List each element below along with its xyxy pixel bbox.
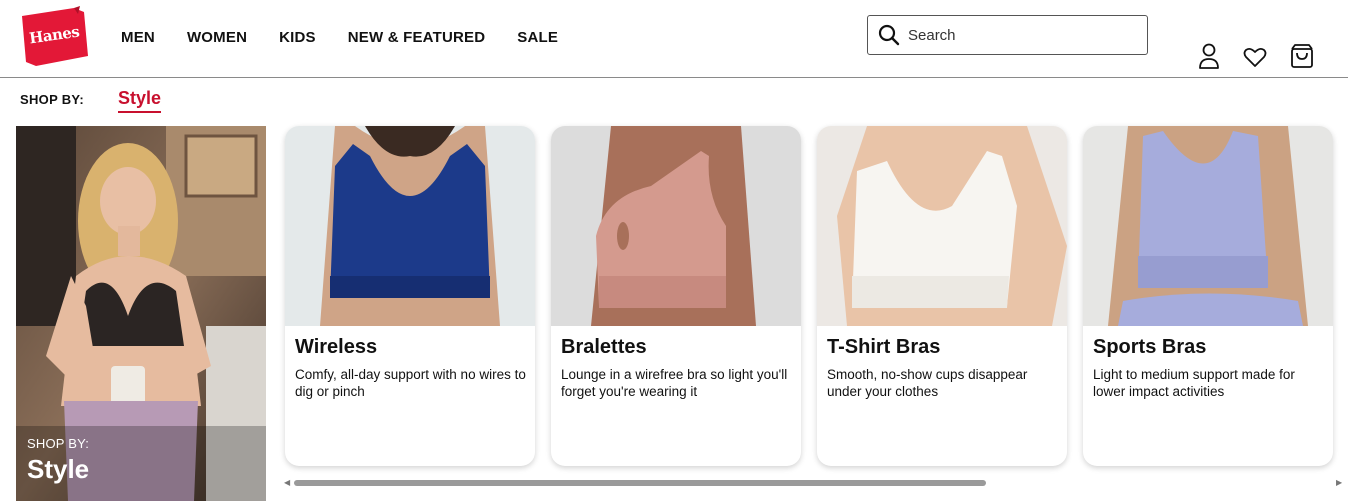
scrollbar-thumb[interactable] bbox=[294, 480, 986, 486]
hero-title: Style bbox=[27, 454, 90, 484]
nav-new-featured[interactable]: NEW & FEATURED bbox=[348, 29, 486, 46]
card-wireless[interactable]: Wireless Comfy, all-day support with no … bbox=[285, 126, 535, 466]
card-sports-bras[interactable]: Sports Bras Light to medium support made… bbox=[1083, 126, 1333, 466]
bag-icon[interactable] bbox=[1289, 42, 1315, 70]
card-bralettes[interactable]: Bralettes Lounge in a wirefree bra so li… bbox=[551, 126, 801, 466]
carousel-scrollbar[interactable]: ◀ ▶ bbox=[284, 478, 1348, 488]
search-icon bbox=[878, 24, 900, 46]
search-box[interactable] bbox=[867, 15, 1148, 55]
site-header: Hanes MEN WOMEN KIDS NEW & FEATURED SALE bbox=[0, 0, 1348, 78]
card-title: T-Shirt Bras bbox=[827, 336, 941, 358]
main-nav: MEN WOMEN KIDS NEW & FEATURED SALE bbox=[121, 29, 590, 46]
nav-sale[interactable]: SALE bbox=[517, 29, 558, 46]
card-image-wireless bbox=[285, 126, 535, 326]
hero-banner[interactable]: SHOP BY: Style bbox=[16, 126, 266, 501]
card-description: Light to medium support made for lower i… bbox=[1093, 367, 1295, 399]
scroll-right-icon[interactable]: ▶ bbox=[1336, 478, 1342, 488]
card-tshirt-bras[interactable]: T-Shirt Bras Smooth, no-show cups disapp… bbox=[817, 126, 1067, 466]
card-title: Wireless bbox=[295, 336, 378, 358]
heart-icon[interactable] bbox=[1242, 44, 1268, 72]
card-description: Lounge in a wirefree bra so light you'll… bbox=[561, 367, 788, 399]
hero-label: SHOP BY: bbox=[27, 436, 90, 451]
nav-women[interactable]: WOMEN bbox=[187, 29, 247, 46]
card-title: Sports Bras bbox=[1093, 336, 1207, 358]
nav-men[interactable]: MEN bbox=[121, 29, 155, 46]
account-icon[interactable] bbox=[1196, 42, 1222, 70]
card-image-bralettes bbox=[551, 126, 801, 326]
card-image-sports-bras bbox=[1083, 126, 1333, 326]
nav-kids[interactable]: KIDS bbox=[279, 29, 316, 46]
search-input[interactable] bbox=[908, 26, 1128, 44]
card-description: Comfy, all-day support with no wires to … bbox=[295, 367, 526, 399]
tab-style[interactable]: Style bbox=[118, 88, 162, 113]
card-description: Smooth, no-show cups disappear under you… bbox=[827, 367, 1028, 399]
card-image-tshirt-bras bbox=[817, 126, 1067, 326]
shop-by-label: SHOP BY: bbox=[20, 92, 85, 107]
card-title: Bralettes bbox=[561, 336, 647, 358]
scroll-left-icon[interactable]: ◀ bbox=[284, 478, 290, 488]
